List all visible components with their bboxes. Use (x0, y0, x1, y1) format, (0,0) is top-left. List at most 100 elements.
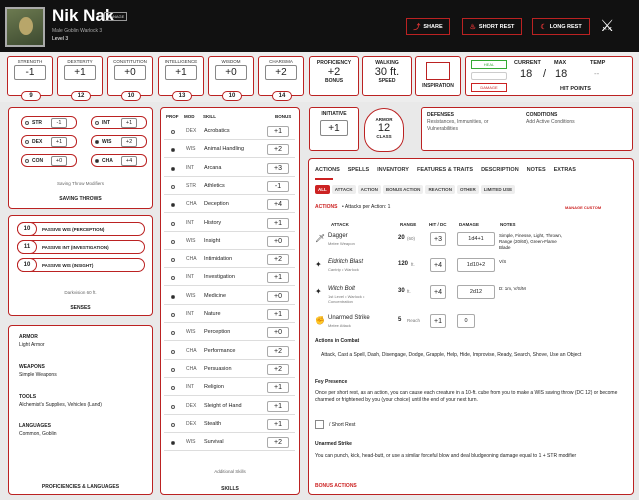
tab-features-traits[interactable]: FEATURES & TRAITS (417, 167, 473, 173)
filter-attack[interactable]: ATTACK (331, 185, 356, 194)
proficiency-dot (95, 120, 99, 125)
skill-row[interactable]: INT Religion +1 (164, 380, 295, 397)
damage-button[interactable]: 2d12 (457, 285, 495, 299)
attack-row[interactable]: ✦ Eldritch Blast Cantrip • Warlock 120 ft. +4… (314, 258, 630, 282)
skill-row[interactable]: CHA Persuasion +2 (164, 362, 295, 378)
long-rest-button[interactable]: ☾ LONG REST (532, 18, 590, 35)
proficiency-dot (171, 441, 175, 446)
damage-button[interactable]: DAMAGE (471, 83, 507, 92)
ability-score: 10 (121, 91, 141, 101)
saving-throw-con[interactable]: CON +0 (21, 154, 77, 167)
attack-row[interactable]: ✦ Witch Bolt 1st Level • Warlock • Concent… (314, 285, 630, 309)
inspiration-box[interactable]: INSPIRATION (415, 56, 461, 96)
saving-throw-dex[interactable]: DEX +1 (21, 135, 77, 148)
filter-reaction[interactable]: REACTION (425, 185, 455, 194)
ability-score: 10 (222, 91, 242, 101)
skill-row[interactable]: DEX Acrobatics +1 (164, 124, 295, 140)
proficiency-dot (171, 166, 175, 171)
inspiration-toggle[interactable] (426, 62, 450, 80)
moon-icon: ☾ (540, 23, 547, 31)
ability-dexterity[interactable]: DEXTERITY +1 12 (57, 56, 103, 101)
filter-all[interactable]: ALL (315, 185, 330, 194)
skill-row[interactable]: WIS Insight +0 (164, 234, 295, 250)
ability-modifier: +0 (114, 65, 146, 80)
tab-extras[interactable]: EXTRAS (554, 167, 576, 173)
current-hp[interactable]: 18 (520, 68, 532, 80)
ability-charisma[interactable]: CHARISMA +2 14 (258, 56, 304, 101)
initiative-box: INITIATIVE +1 (309, 107, 359, 151)
skill-row[interactable]: STR Athletics -1 (164, 179, 295, 195)
skill-row[interactable]: CHA Intimidation +2 (164, 252, 295, 269)
skill-row[interactable]: DEX Stealth +1 (164, 417, 295, 433)
filter-bonus-action[interactable]: BONUS ACTION (382, 185, 424, 194)
armor-class-shield: ARMOR 12 CLASS (364, 108, 404, 152)
fey-presence-checkbox[interactable] (315, 420, 324, 429)
senses-panel: 10 PASSIVE WIS (PERCEPTION) 11 PASSIVE INT … (8, 215, 153, 316)
proficiency-dot (171, 184, 175, 189)
short-rest-button[interactable]: ♨ SHORT REST (462, 18, 522, 35)
filter-other[interactable]: OTHER (456, 185, 479, 194)
additional-skills-link[interactable]: Additional Skills (161, 469, 299, 474)
proficiency-dot (171, 313, 175, 317)
ability-intelligence[interactable]: INTELLIGENCE +1 13 (158, 56, 204, 101)
skill-row[interactable]: INT History +1 (164, 216, 295, 232)
manage-custom-link[interactable]: MANAGE CUSTOM (565, 204, 601, 211)
skill-row[interactable]: WIS Perception +0 (164, 325, 295, 342)
saving-throw-int[interactable]: INT +1 (91, 116, 147, 129)
hit-bonus-button[interactable]: +3 (430, 232, 446, 246)
manage-button[interactable]: MANAGE (104, 12, 128, 21)
ability-modifier: -1 (14, 65, 46, 80)
skill-row[interactable]: CHA Deception +4 (164, 197, 295, 214)
proficiency-dot (171, 422, 175, 427)
tab-spells[interactable]: SPELLS (348, 167, 369, 173)
add-conditions-link[interactable]: Add Active Conditions (526, 119, 575, 126)
skill-row[interactable]: WIS Medicine +0 (164, 289, 295, 305)
skill-row[interactable]: WIS Survival +2 (164, 435, 295, 452)
damage-button[interactable]: 0 (457, 314, 475, 328)
avatar[interactable] (5, 7, 45, 47)
skills-title: SKILLS (221, 486, 239, 492)
proficiency-dot (95, 139, 99, 144)
ability-strength[interactable]: STRENGTH -1 9 (7, 56, 53, 101)
ability-constitution[interactable]: CONSTITUTION +0 10 (107, 56, 153, 101)
tab-description[interactable]: DESCRIPTION (481, 167, 519, 173)
proficiency-dot (171, 276, 175, 281)
tab-inventory[interactable]: INVENTORY (377, 167, 409, 173)
ability-wisdom[interactable]: WISDOM +0 10 (208, 56, 254, 101)
skill-row[interactable]: WIS Animal Handling +2 (164, 142, 295, 159)
skill-row[interactable]: INT Arcana +3 (164, 161, 295, 177)
saving-throw-wis[interactable]: WIS +2 (91, 135, 147, 148)
skill-row[interactable]: INT Nature +1 (164, 307, 295, 323)
proficiency-dot (171, 367, 175, 372)
tab-actions[interactable]: ACTIONS (315, 167, 340, 173)
skill-row[interactable]: DEX Sleight of Hand +1 (164, 399, 295, 415)
filter-action[interactable]: ACTION (357, 185, 381, 194)
skill-row[interactable]: CHA Performance +2 (164, 344, 295, 360)
skill-row[interactable]: INT Investigation +1 (164, 270, 295, 287)
attack-row[interactable]: ✊ Unarmed Strike Melee Attack 5 Reach +1 0 (314, 314, 630, 338)
initiative-value[interactable]: +1 (320, 120, 348, 136)
proficiencies-panel: ARMOR Light Armor WEAPONS Simple Weapons… (8, 325, 153, 495)
damage-button[interactable]: 1d4+1 (457, 232, 495, 246)
tab-notes[interactable]: NOTES (527, 167, 546, 173)
hit-bonus-button[interactable]: +4 (430, 258, 446, 272)
proficiency-dot (171, 386, 175, 391)
hit-bonus-button[interactable]: +4 (430, 285, 446, 299)
temp-hp[interactable]: -- (594, 69, 599, 78)
passive-sense: 10 PASSIVE WIS (INSIGHT) (17, 258, 145, 272)
hit-bonus-button[interactable]: +1 (430, 314, 446, 328)
filter-limited-use[interactable]: LIMITED USE (480, 185, 516, 194)
attack-row[interactable]: 🗡 Dagger Melee Weapon 20 (60) +3 1d4+1 Simple, … (314, 232, 630, 256)
share-icon: ⤴ (413, 23, 421, 31)
ability-modifier: +0 (215, 65, 247, 80)
senses-title: SENSES (70, 305, 91, 311)
passive-sense: 10 PASSIVE WIS (PERCEPTION) (17, 222, 145, 236)
ability-score: 14 (272, 91, 292, 101)
saving-throw-str[interactable]: STR -1 (21, 116, 77, 129)
share-button[interactable]: ⤴ SHARE (406, 18, 450, 35)
heal-button[interactable]: HEAL (471, 60, 507, 69)
hp-amount-input[interactable] (471, 72, 507, 80)
passive-sense: 11 PASSIVE INT (INVESTIGATION) (17, 240, 145, 254)
damage-button[interactable]: 1d10+2 (457, 258, 495, 272)
saving-throw-cha[interactable]: CHA +4 (91, 154, 147, 167)
